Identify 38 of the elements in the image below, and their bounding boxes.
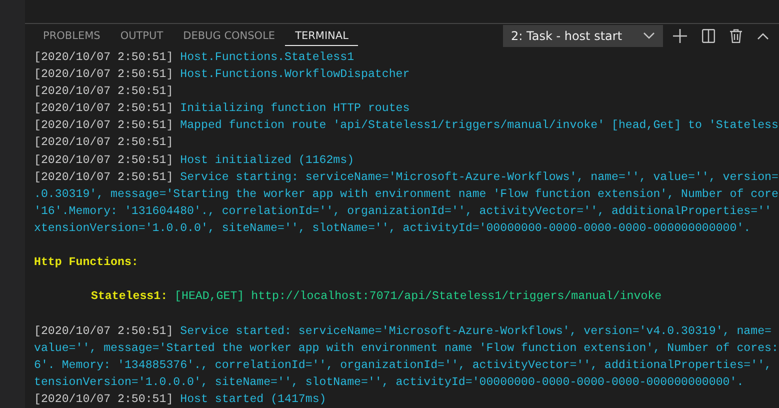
log-timestamp: [2020/10/07 2:50:51] (34, 324, 174, 340)
chevron-up-icon[interactable] (757, 32, 769, 40)
log-message: Service starting: serviceName='Microsoft-Azure-Workflows', name='', value='', version= (179, 170, 778, 186)
trash-icon[interactable] (730, 29, 742, 43)
log-timestamp: [2020/10/07 2:50:51] (34, 152, 174, 169)
log-message: Service started: serviceName='Microsoft-Azure-Workflows', version='v4.0.30319', name= (179, 324, 772, 340)
log-timestamp: [2020/10/07 2:50:51] (34, 135, 174, 152)
log-message: Host.Functions.Stateless1 (179, 50, 354, 66)
split-icon[interactable] (702, 29, 715, 43)
log-message: xtensionVersion='1.0.0.0', siteName='', slotName='', activityId='00000000-0000-0000-0000-000000000000'. (34, 220, 751, 237)
log-message: Mapped function route 'api/Stateless1/triggers/manual/invoke' [head,Get] to 'Stateless (179, 118, 778, 134)
plus-icon[interactable] (673, 29, 687, 43)
panel-tab[interactable]: TERMINAL (285, 26, 358, 46)
log-message: .0.30319', message='Starting the worker app with environment name 'Flow function extension', Number of core (34, 186, 778, 203)
log-timestamp: [2020/10/07 2:50:51] (34, 392, 174, 408)
panel-tab[interactable]: DEBUG CONSOLE (173, 26, 286, 46)
panel-tab[interactable]: OUTPUT (110, 26, 174, 46)
log-timestamp: [2020/10/07 2:50:51] (34, 84, 174, 100)
log-message: 6'. Memory: '134885376'., correlationId='', organizationId='', activityVector='', additionalProperties='', (34, 358, 772, 374)
log-message: '16'.Memory: '131604480'., correlationId='', organizationId='', activityVector='', additionalProperties='' (34, 204, 772, 220)
log-message: Host started (1417ms) (179, 392, 326, 408)
log-timestamp: [2020/10/07 2:50:51] (34, 118, 174, 134)
section-heading: Http Functions: (34, 255, 138, 272)
http-methods: [HEAD,GET] (174, 289, 244, 306)
log-timestamp: [2020/10/07 2:50:51] (34, 67, 174, 84)
log-timestamp: [2020/10/07 2:50:51] (34, 101, 174, 118)
log-message: Initializing function HTTP routes (179, 101, 410, 118)
log-timestamp: [2020/10/07 2:50:51] (34, 170, 174, 186)
function-url: http://localhost:7071/api/Stateless1/triggers/manual/invoke (251, 289, 662, 306)
panel-tab[interactable]: PROBLEMS (33, 26, 110, 46)
log-timestamp: [2020/10/07 2:50:51] (34, 50, 174, 66)
log-message: tensionVersion='1.0.0.0', siteName='', slotName='', activityId='00000000-0000-0000-0000-000000000000'. (34, 374, 744, 391)
log-message: Host.Functions.WorkflowDispatcher (179, 67, 410, 84)
chevron-down-icon (643, 32, 655, 40)
log-message: Host initialized (1162ms) (179, 152, 354, 169)
terminal-select[interactable]: 2: Task - host start (503, 25, 663, 47)
log-message: value='', message='Started the worker app with environment name 'Flow function extension', Number of cores: (34, 340, 778, 357)
function-name: Stateless1: (91, 289, 168, 306)
